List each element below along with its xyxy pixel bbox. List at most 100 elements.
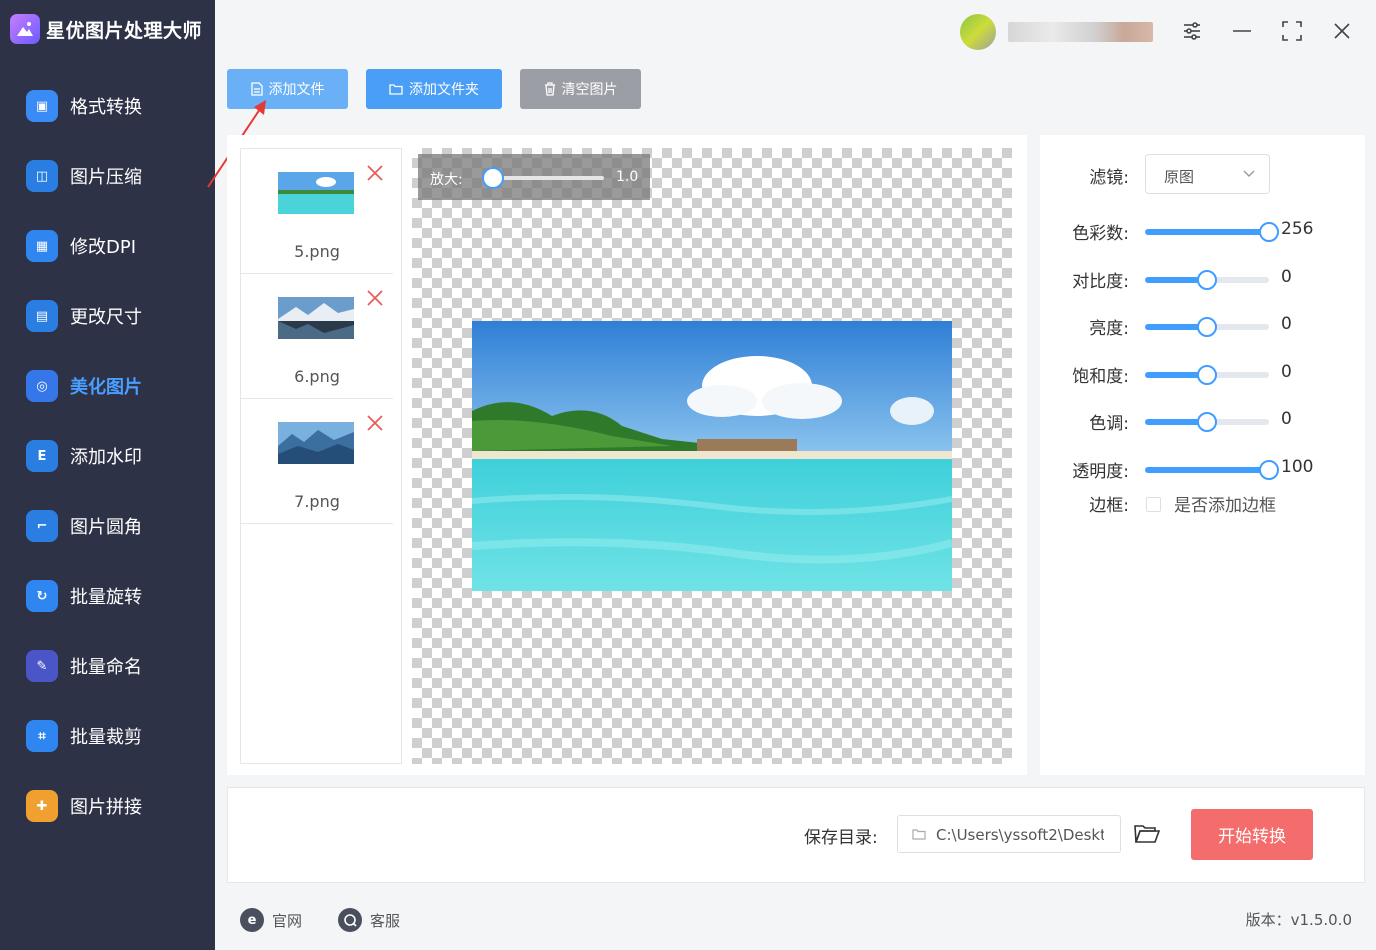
slider-handle[interactable] xyxy=(1197,365,1217,385)
remove-file-icon[interactable] xyxy=(365,288,385,308)
sidebar-item[interactable]: ◫ 图片压缩 xyxy=(0,146,215,206)
sidebar-item-label: 修改DPI xyxy=(70,237,137,258)
slider-value: 0 xyxy=(1281,267,1292,287)
sidebar-item[interactable]: ▤ 更改尺寸 xyxy=(0,286,215,346)
slider-label: 饱和度: xyxy=(1072,367,1129,387)
add-border-checkbox[interactable] xyxy=(1146,497,1161,512)
support-label: 客服 xyxy=(370,911,401,930)
filter-value: 原图 xyxy=(1164,168,1195,186)
slider-label: 对比度: xyxy=(1072,272,1129,292)
slider-value: 0 xyxy=(1281,362,1292,382)
slider-track[interactable] xyxy=(1145,270,1269,290)
website-link[interactable]: e 官网 xyxy=(240,907,302,933)
thumbnail-mountain-lake xyxy=(278,297,354,339)
sidebar-item[interactable]: ✎ 批量命名 xyxy=(0,636,215,696)
border-label: 边框: xyxy=(1089,496,1129,516)
sidebar-item[interactable]: ▣ 格式转换 xyxy=(0,76,215,136)
clear-images-button[interactable]: 清空图片 xyxy=(520,69,641,109)
add-border-checkbox-label: 是否添加边框 xyxy=(1174,496,1276,516)
resize-icon: ▤ xyxy=(26,300,58,332)
settings-sliders-icon[interactable] xyxy=(1177,16,1207,46)
thumbnail-mountains xyxy=(278,422,354,464)
file-item[interactable]: 6.png xyxy=(241,274,393,399)
add-folder-label: 添加文件夹 xyxy=(409,82,479,98)
file-name: 6.png xyxy=(294,367,340,386)
zoom-label: 放大: xyxy=(430,172,463,188)
chat-bubble-icon xyxy=(338,908,362,932)
slider-label: 色调: xyxy=(1089,414,1129,434)
file-name: 7.png xyxy=(294,492,340,511)
rounded-corner-icon: ⌐ xyxy=(26,510,58,542)
file-item[interactable]: 7.png xyxy=(241,399,393,524)
start-convert-button[interactable]: 开始转换 xyxy=(1191,809,1313,860)
close-icon[interactable] xyxy=(1327,16,1357,46)
sidebar-item[interactable]: ⌐ 图片圆角 xyxy=(0,496,215,556)
filter-label: 滤镜: xyxy=(1089,168,1129,188)
sidebar-item-label: 格式转换 xyxy=(70,97,142,118)
slider-track[interactable] xyxy=(1145,222,1279,242)
beautify-icon: ◎ xyxy=(26,370,58,402)
version-label: 版本：v1.5.0.0 xyxy=(1245,911,1352,929)
user-avatar[interactable] xyxy=(960,14,996,50)
zoom-value: 1.0 xyxy=(616,169,639,185)
sidebar-item-label: 图片压缩 xyxy=(70,167,142,188)
sidebar-item[interactable]: ⌗ 批量裁剪 xyxy=(0,706,215,766)
slider-handle[interactable] xyxy=(1259,460,1279,480)
open-folder-icon[interactable] xyxy=(1133,820,1161,848)
website-label: 官网 xyxy=(272,911,303,930)
folder-outline-icon xyxy=(912,829,926,840)
sidebar-item-label: 添加水印 xyxy=(70,447,142,468)
slider-value: 256 xyxy=(1281,219,1314,239)
remove-file-icon[interactable] xyxy=(365,413,385,433)
slider-track[interactable] xyxy=(1145,317,1269,337)
dpi-icon: ▦ xyxy=(26,230,58,262)
sidebar-item[interactable]: ↻ 批量旋转 xyxy=(0,566,215,626)
sidebar-item-label: 更改尺寸 xyxy=(70,307,142,328)
slider-track[interactable] xyxy=(1145,412,1269,432)
watermark-icon: E xyxy=(26,440,58,472)
sidebar-item-label: 图片拼接 xyxy=(70,797,142,818)
remove-file-icon[interactable] xyxy=(365,163,385,183)
zoom-slider-handle[interactable] xyxy=(482,167,504,189)
slider-track[interactable] xyxy=(1145,365,1269,385)
thumbnail-beach xyxy=(278,172,354,214)
file-item[interactable]: 5.png xyxy=(241,149,393,274)
slider-track[interactable] xyxy=(1145,460,1279,480)
sidebar-item[interactable]: ✚ 图片拼接 xyxy=(0,776,215,836)
sidebar-item-label: 美化图片 xyxy=(70,377,142,398)
support-link[interactable]: 客服 xyxy=(338,907,400,933)
save-path-value: C:\Users\yssoft2\Desktop xyxy=(936,826,1104,844)
sidebar-item[interactable]: E 添加水印 xyxy=(0,426,215,486)
slider-handle[interactable] xyxy=(1197,317,1217,337)
maximize-icon[interactable] xyxy=(1277,16,1307,46)
sidebar-item-label: 批量裁剪 xyxy=(70,727,142,748)
format-convert-icon: ▣ xyxy=(26,90,58,122)
sidebar-item[interactable]: ▦ 修改DPI xyxy=(0,216,215,276)
slider-handle[interactable] xyxy=(1197,270,1217,290)
compress-icon: ◫ xyxy=(26,160,58,192)
slider-label: 透明度: xyxy=(1072,462,1129,482)
add-folder-button[interactable]: 添加文件夹 xyxy=(366,69,502,109)
sidebar-item-label: 批量旋转 xyxy=(70,587,142,608)
slider-handle[interactable] xyxy=(1259,222,1279,242)
chevron-down-icon xyxy=(1243,170,1255,177)
save-path-input[interactable]: C:\Users\yssoft2\Desktop xyxy=(897,815,1121,853)
clear-images-label: 清空图片 xyxy=(561,82,618,98)
app-logo-icon xyxy=(10,14,40,44)
file-icon xyxy=(250,82,263,96)
folder-icon xyxy=(389,83,403,95)
trash-icon xyxy=(544,82,556,96)
sidebar: 星优图片处理大师 ▣ 格式转换 ◫ 图片压缩 ▦ 修改DPI ▤ 更改尺寸 ◎ 美化图片 E 添加水印… xyxy=(0,0,215,950)
zoom-control: 放大: 1.0 xyxy=(418,154,650,200)
slider-value: 0 xyxy=(1281,314,1292,334)
slider-handle[interactable] xyxy=(1197,412,1217,432)
filter-select[interactable]: 原图 xyxy=(1145,154,1270,194)
minimize-icon[interactable] xyxy=(1227,16,1257,46)
sidebar-item[interactable]: ◎ 美化图片 xyxy=(0,356,215,416)
rotate-icon: ↻ xyxy=(26,580,58,612)
slider-label: 亮度: xyxy=(1089,319,1129,339)
crop-icon: ⌗ xyxy=(26,720,58,752)
slider-value: 0 xyxy=(1281,409,1292,429)
app-title: 星优图片处理大师 xyxy=(10,12,202,46)
rename-icon: ✎ xyxy=(26,650,58,682)
